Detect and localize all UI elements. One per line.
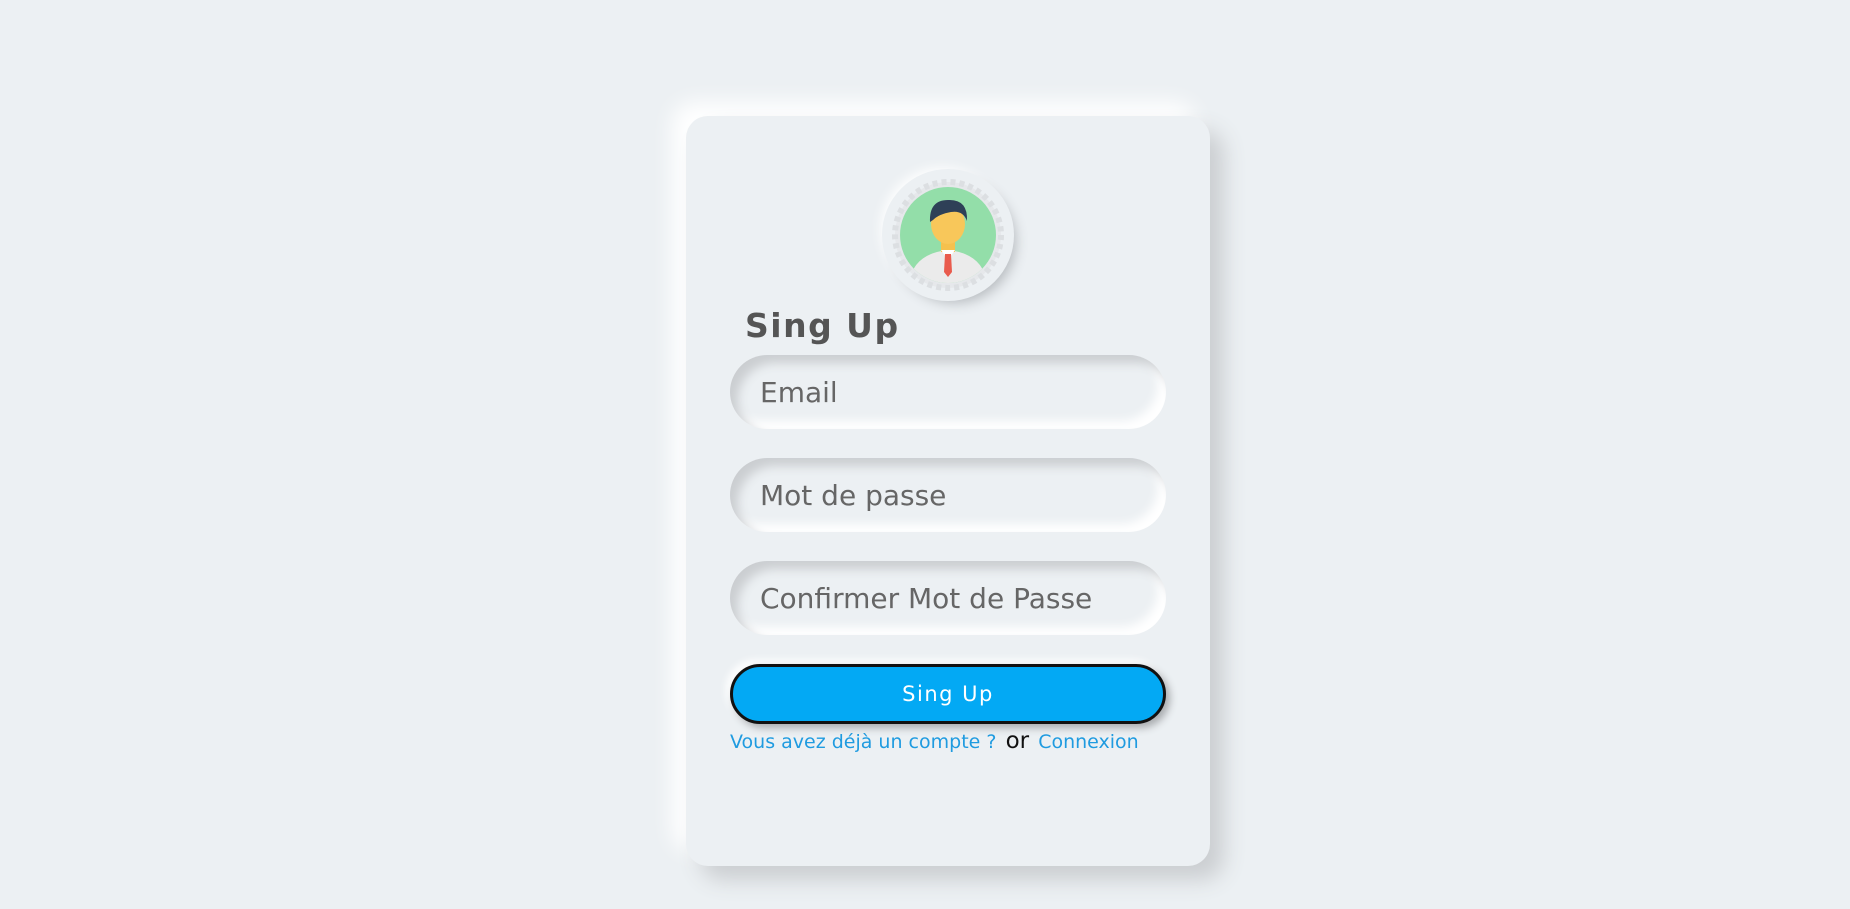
signup-button[interactable]: Sing Up [730,664,1166,724]
form-title: Sing Up [745,306,900,345]
account-links: Vous avez déjà un compte ? or Connexion [730,728,1139,754]
email-input[interactable] [730,355,1166,429]
already-account-link[interactable]: Vous avez déjà un compte ? [730,731,996,753]
confirm-password-field-wrapper [730,561,1166,635]
password-field-wrapper [730,458,1166,532]
email-field-wrapper [730,355,1166,429]
signup-card: Sing Up Sing Up Vous avez déjà un compte… [686,116,1210,866]
password-input[interactable] [730,458,1166,532]
login-link[interactable]: Connexion [1038,731,1139,753]
user-avatar-icon [887,174,1009,296]
or-separator: or [1005,728,1030,754]
confirm-password-input[interactable] [730,561,1166,635]
